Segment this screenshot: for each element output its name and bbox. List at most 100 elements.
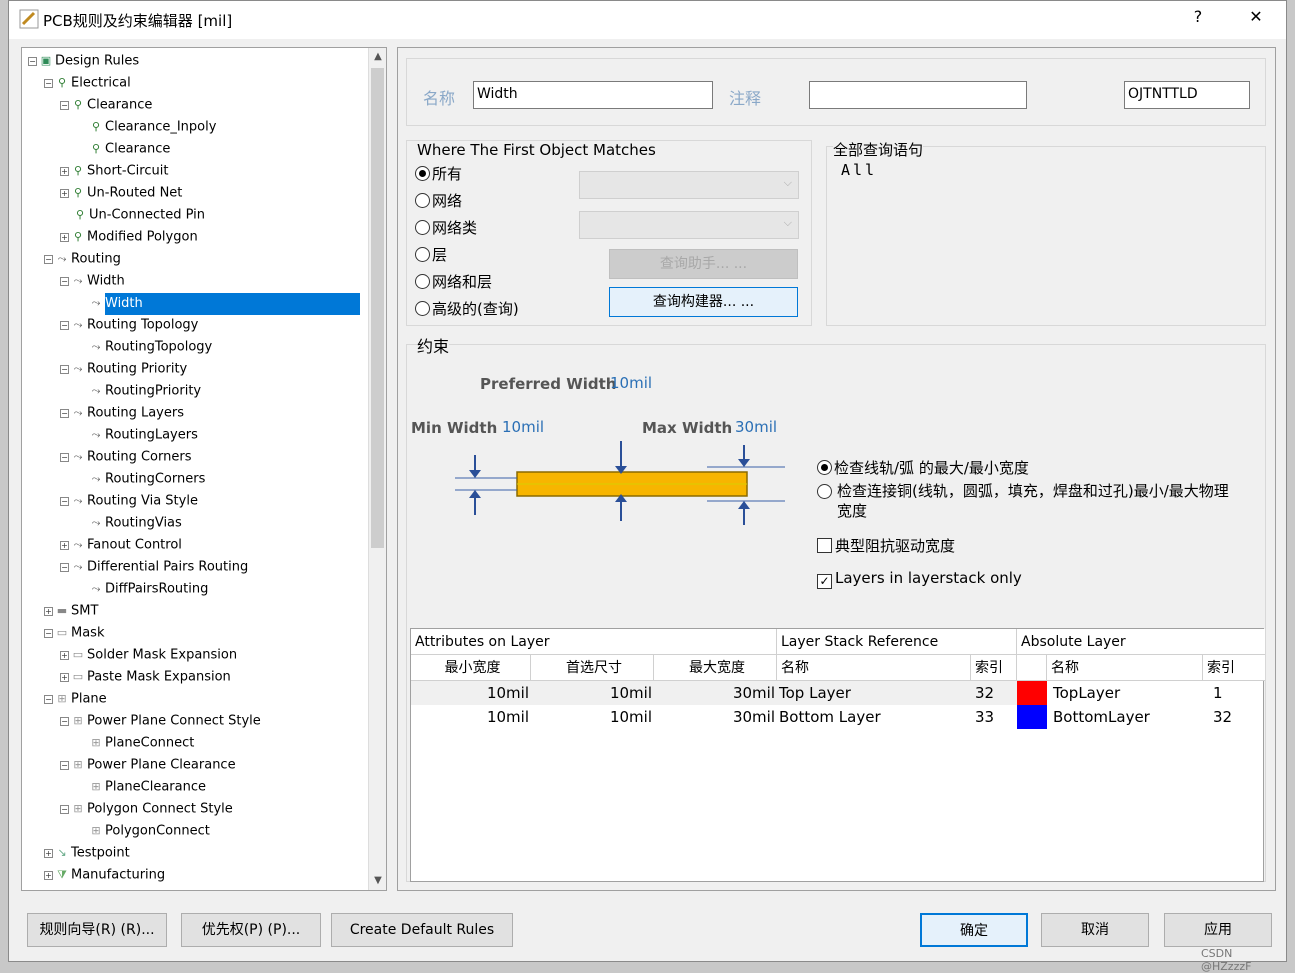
radio-unselected-icon[interactable] bbox=[415, 247, 430, 262]
where-option[interactable]: 层 bbox=[415, 244, 447, 266]
collapse-icon[interactable]: − bbox=[60, 760, 69, 770]
name-input[interactable]: Width bbox=[473, 81, 713, 109]
tree-item[interactable]: + ⚲ Un-Routed Net bbox=[60, 182, 182, 204]
query-helper-button[interactable]: 查询助手... ... bbox=[609, 249, 798, 279]
where-option[interactable]: 所有 bbox=[415, 163, 462, 185]
rule-wizard-button[interactable]: 规则向导(R) (R)... bbox=[27, 913, 167, 947]
cell-max-width[interactable]: 30mil bbox=[654, 705, 777, 729]
checkbox-checked-icon[interactable]: ✓ bbox=[817, 574, 832, 589]
cell-layer-name[interactable]: Bottom Layer bbox=[779, 705, 969, 729]
tree-item[interactable]: − ⤳ Routing Topology bbox=[60, 314, 198, 336]
check-track-width-option[interactable]: 检查线轨/弧 的最大/最小宽度 bbox=[817, 457, 1029, 479]
tree-item[interactable]: − ⤳ Differential Pairs Routing bbox=[60, 556, 248, 578]
tree-item[interactable]: + ⤳ Fanout Control bbox=[60, 534, 182, 556]
close-button[interactable]: ✕ bbox=[1241, 7, 1271, 26]
cell-preferred-size[interactable]: 10mil bbox=[531, 705, 654, 729]
collapse-icon[interactable]: − bbox=[60, 562, 69, 572]
tree-item[interactable]: − ⤳ Routing Corners bbox=[60, 446, 191, 468]
cell-max-width[interactable]: 30mil bbox=[654, 681, 777, 705]
help-button[interactable]: ? bbox=[1183, 7, 1213, 26]
tree-item[interactable]: ⤳ RoutingVias bbox=[76, 512, 182, 534]
tree-item[interactable]: ⚲ Clearance bbox=[76, 138, 170, 160]
tree-item[interactable]: ⊞ PlaneClearance bbox=[76, 776, 206, 798]
tree-item[interactable]: ⤳ RoutingPriority bbox=[76, 380, 202, 402]
radio-unselected-icon[interactable] bbox=[415, 193, 430, 208]
radio-unselected-icon[interactable] bbox=[415, 274, 430, 289]
col-abs-index[interactable]: 索引 bbox=[1203, 655, 1265, 681]
collapse-icon[interactable]: − bbox=[60, 452, 69, 462]
tree-item[interactable]: − ⚲ Clearance bbox=[60, 94, 152, 116]
cell-preferred-size[interactable]: 10mil bbox=[531, 681, 654, 705]
col-layer-index[interactable]: 索引 bbox=[971, 655, 1017, 681]
checkbox-unchecked-icon[interactable] bbox=[817, 538, 832, 553]
cell-abs-name[interactable]: TopLayer bbox=[1049, 681, 1199, 705]
where-option[interactable]: 网络 bbox=[415, 190, 462, 212]
layerstack-only-checkbox-row[interactable]: ✓ Layers in layerstack only bbox=[817, 567, 1022, 589]
collapse-icon[interactable]: − bbox=[60, 100, 69, 110]
cell-min-width[interactable]: 10mil bbox=[411, 681, 531, 705]
where-option[interactable]: 高级的(查询) bbox=[415, 298, 519, 320]
tree-item[interactable]: ⤳ DiffPairsRouting bbox=[76, 578, 209, 600]
tree-item[interactable]: − ⤳ Width bbox=[60, 270, 125, 292]
col-max-width[interactable]: 最大宽度 bbox=[654, 655, 777, 681]
tree-item[interactable]: + ▬ SMT bbox=[44, 600, 98, 622]
expand-icon[interactable]: + bbox=[60, 232, 69, 242]
check-copper-width-option[interactable]: 检查连接铜(线轨，圆弧，填充，焊盘和过孔)最小/最大物理宽度 bbox=[817, 481, 1237, 521]
preferred-width-value[interactable]: 10mil bbox=[610, 374, 652, 392]
col-layer-name[interactable]: 名称 bbox=[777, 655, 971, 681]
cell-layer-index[interactable]: 32 bbox=[971, 681, 1011, 705]
radio-unselected-icon[interactable] bbox=[817, 484, 832, 499]
tree-item[interactable]: + ▭ Paste Mask Expansion bbox=[60, 666, 231, 688]
tree-item[interactable]: − ⤳ Routing Layers bbox=[60, 402, 184, 424]
scroll-up-icon[interactable]: ▲ bbox=[369, 48, 386, 66]
tree-item[interactable]: ⊞ PolygonConnect bbox=[76, 820, 209, 842]
rules-tree[interactable]: − ▣ Design Rules − ⚲ Electrical − ⚲ Clearance ⚲ Cl… bbox=[21, 47, 387, 891]
scroll-thumb[interactable] bbox=[371, 68, 384, 548]
collapse-icon[interactable]: − bbox=[44, 78, 53, 88]
tree-item[interactable]: − ⤳ Routing Via Style bbox=[60, 490, 198, 512]
radio-selected-icon[interactable] bbox=[415, 166, 430, 181]
tree-item[interactable]: ⤳ Width bbox=[76, 292, 360, 315]
tree-item[interactable]: + ▭ Solder Mask Expansion bbox=[60, 644, 237, 666]
tree-item[interactable]: ⤳ RoutingCorners bbox=[76, 468, 206, 490]
radio-selected-icon[interactable] bbox=[817, 460, 832, 475]
collapse-icon[interactable]: − bbox=[60, 716, 69, 726]
collapse-icon[interactable]: − bbox=[60, 804, 69, 814]
expand-icon[interactable]: + bbox=[60, 188, 69, 198]
expand-icon[interactable]: + bbox=[60, 540, 69, 550]
priority-button[interactable]: 优先权(P) (P)... bbox=[181, 913, 321, 947]
where-option[interactable]: 网络类 bbox=[415, 217, 477, 239]
tree-item[interactable]: ⤳ RoutingTopology bbox=[76, 336, 213, 358]
scroll-down-icon[interactable]: ▼ bbox=[369, 872, 386, 890]
cell-min-width[interactable]: 10mil bbox=[411, 705, 531, 729]
netclass-combo[interactable]: ⌵ bbox=[579, 211, 799, 239]
cell-layer-name[interactable]: Top Layer bbox=[779, 681, 969, 705]
cell-abs-index[interactable]: 32 bbox=[1209, 705, 1259, 729]
tree-item[interactable]: + ⧩ Manufacturing bbox=[44, 864, 165, 886]
tree-item[interactable]: − ⊞ Polygon Connect Style bbox=[60, 798, 233, 820]
col-abs-name[interactable]: 名称 bbox=[1047, 655, 1203, 681]
radio-unselected-icon[interactable] bbox=[415, 301, 430, 316]
tree-item[interactable]: + ⚲ Short-Circuit bbox=[60, 160, 168, 182]
collapse-icon[interactable]: − bbox=[60, 496, 69, 506]
tree-item[interactable]: + ⚲ Modified Polygon bbox=[60, 226, 198, 248]
unique-id-input[interactable]: OJTNTTLD bbox=[1124, 81, 1250, 109]
collapse-icon[interactable]: − bbox=[44, 254, 53, 264]
tree-scrollbar[interactable]: ▲ ▼ bbox=[368, 48, 386, 890]
tree-item[interactable]: − ⊞ Power Plane Clearance bbox=[60, 754, 236, 776]
tree-item[interactable]: ⤳ RoutingLayers bbox=[76, 424, 198, 446]
comment-input[interactable] bbox=[809, 81, 1027, 109]
impedance-checkbox-row[interactable]: 典型阻抗驱动宽度 bbox=[817, 535, 955, 557]
cell-abs-index[interactable]: 1 bbox=[1209, 681, 1259, 705]
collapse-icon[interactable]: − bbox=[28, 56, 37, 66]
collapse-icon[interactable]: − bbox=[44, 694, 53, 704]
cell-layer-index[interactable]: 33 bbox=[971, 705, 1011, 729]
where-option[interactable]: 网络和层 bbox=[415, 271, 492, 293]
expand-icon[interactable]: + bbox=[60, 650, 69, 660]
tree-item[interactable]: ⚲ Clearance_Inpoly bbox=[76, 116, 216, 138]
apply-button[interactable]: 应用 bbox=[1164, 913, 1272, 947]
create-default-rules-button[interactable]: Create Default Rules bbox=[331, 913, 513, 947]
col-min-width[interactable]: 最小宽度 bbox=[411, 655, 531, 681]
col-preferred-size[interactable]: 首选尺寸 bbox=[531, 655, 654, 681]
radio-unselected-icon[interactable] bbox=[415, 220, 430, 235]
